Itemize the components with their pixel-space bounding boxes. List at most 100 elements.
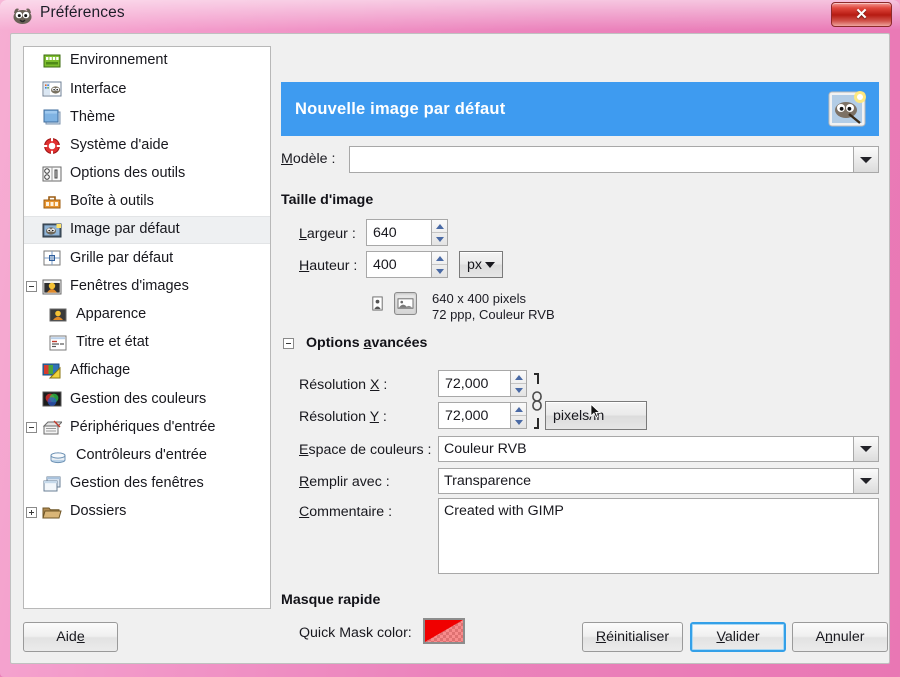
ok-button-label: Valider xyxy=(716,629,760,645)
quickmask-section-title: Masque rapide xyxy=(281,592,381,608)
ok-button[interactable]: Valider xyxy=(690,622,786,652)
fill-with-combobox[interactable]: Transparence xyxy=(438,468,879,494)
interface-icon xyxy=(42,80,62,98)
sidebar-item-label: Titre et état xyxy=(76,334,149,351)
resolution-y-input[interactable]: 72,000 xyxy=(438,402,510,429)
image-size-info: 640 x 400 pixels 72 ppp, Couleur RVB xyxy=(432,291,555,323)
chain-link-icon[interactable] xyxy=(522,370,542,432)
sidebar-item-label: Dossiers xyxy=(70,503,127,520)
sidebar-item-8[interactable]: Fenêtres d'images xyxy=(24,273,270,301)
expand-icon[interactable] xyxy=(26,506,37,518)
fill-with-value: Transparence xyxy=(444,473,532,489)
close-button[interactable]: ✕ xyxy=(831,2,892,27)
height-stepper[interactable] xyxy=(431,251,448,278)
sidebar-item-5[interactable]: Boîte à outils xyxy=(24,188,270,216)
help-system-icon xyxy=(42,137,62,155)
mouse-pointer-icon xyxy=(590,403,601,424)
height-spinner[interactable]: 400 xyxy=(366,251,448,278)
width-stepper-down[interactable] xyxy=(432,233,447,245)
toolbox-icon xyxy=(42,193,62,211)
cancel-button[interactable]: Annuler xyxy=(792,622,888,652)
page-title: Nouvelle image par défaut xyxy=(295,99,506,118)
comment-textarea[interactable]: Created with GIMP xyxy=(438,498,879,574)
landscape-orientation-icon xyxy=(397,298,414,309)
image-size-section-title: Taille d'image xyxy=(281,192,374,208)
advanced-options-header[interactable]: Options avancées xyxy=(283,335,427,351)
chevron-down-icon xyxy=(484,261,495,268)
collapse-icon[interactable] xyxy=(26,422,37,434)
reset-button[interactable]: Réinitialiser xyxy=(582,622,683,652)
gimp-wilber-icon xyxy=(12,6,33,25)
height-input[interactable]: 400 xyxy=(366,251,431,278)
template-label-text: odèle : xyxy=(292,151,336,167)
color-management-icon xyxy=(42,390,62,408)
chevron-down-icon[interactable] xyxy=(853,147,878,172)
sidebar-item-label: Périphériques d'entrée xyxy=(70,418,216,435)
default-grid-icon xyxy=(42,249,62,267)
chevron-down-icon[interactable] xyxy=(853,437,878,461)
width-spinner[interactable]: 640 xyxy=(366,219,448,246)
sidebar-item-label: Environnement xyxy=(70,52,168,69)
image-size-info-line1: 640 x 400 pixels xyxy=(432,291,526,306)
size-unit-button[interactable]: px xyxy=(459,251,503,278)
template-combobox[interactable] xyxy=(349,146,879,173)
quickmask-color-label: Quick Mask color: xyxy=(299,625,412,641)
sidebar-item-16[interactable]: Dossiers xyxy=(24,498,270,526)
preferences-category-tree[interactable]: Environnement Interface Thème Système d'aid… xyxy=(23,46,271,609)
sidebar-item-label: Gestion des fenêtres xyxy=(70,475,204,492)
sidebar-item-label: Grille par défaut xyxy=(70,249,174,266)
resolution-x-input[interactable]: 72,000 xyxy=(438,370,510,397)
sidebar-item-0[interactable]: Environnement xyxy=(24,47,270,75)
sidebar-item-13[interactable]: Périphériques d'entrée xyxy=(24,413,270,441)
sidebar-item-2[interactable]: Thème xyxy=(24,103,270,131)
advanced-options-expander[interactable] xyxy=(283,337,294,349)
sidebar-item-10[interactable]: Titre et état xyxy=(24,329,270,357)
reset-button-label: Réinitialiser xyxy=(595,629,670,645)
help-button[interactable]: Aide xyxy=(23,622,118,652)
sidebar-item-6[interactable]: Image par défaut xyxy=(24,216,270,245)
sidebar-item-7[interactable]: Grille par défaut xyxy=(24,244,270,272)
height-stepper-down[interactable] xyxy=(432,265,447,277)
colorspace-combobox[interactable]: Couleur RVB xyxy=(438,436,879,462)
image-size-info-line2: 72 ppp, Couleur RVB xyxy=(432,307,555,322)
sidebar-item-label: Image par défaut xyxy=(70,221,180,238)
sidebar-item-12[interactable]: Gestion des couleurs xyxy=(24,385,270,413)
sidebar-item-label: Affichage xyxy=(70,362,131,379)
template-label: Modèle : xyxy=(281,151,336,167)
page-header: Nouvelle image par défaut xyxy=(281,82,879,136)
sidebar-item-1[interactable]: Interface xyxy=(24,75,270,103)
preferences-window: Préférences ✕ Environnement Interface Thèm… xyxy=(0,0,900,677)
landscape-orientation-button[interactable] xyxy=(394,292,417,315)
sidebar-item-label: Apparence xyxy=(76,306,147,323)
tool-options-icon xyxy=(42,165,62,183)
chevron-down-icon[interactable] xyxy=(853,469,878,493)
height-stepper-up[interactable] xyxy=(432,252,447,265)
image-windows-icon xyxy=(42,278,62,296)
input-devices-icon xyxy=(42,419,64,437)
width-stepper-up[interactable] xyxy=(432,220,447,233)
colorspace-label: Espace de couleurs : xyxy=(299,442,432,458)
title-bar[interactable]: Préférences ✕ xyxy=(0,0,900,33)
sidebar-item-label: Système d'aide xyxy=(70,136,169,153)
sidebar-item-label: Boîte à outils xyxy=(70,193,154,210)
help-button-label: Aide xyxy=(56,629,85,645)
resolution-x-spinner[interactable]: 72,000 xyxy=(438,370,527,397)
sidebar-item-15[interactable]: Gestion des fenêtres xyxy=(24,470,270,498)
environment-icon xyxy=(42,52,62,70)
width-stepper[interactable] xyxy=(431,219,448,246)
sidebar-item-9[interactable]: Apparence xyxy=(24,301,270,329)
sidebar-item-14[interactable]: Contrôleurs d'entrée xyxy=(24,442,270,470)
sidebar-item-4[interactable]: Options des outils xyxy=(24,160,270,188)
quickmask-color-swatch[interactable] xyxy=(423,618,465,644)
width-input[interactable]: 640 xyxy=(366,219,431,246)
collapse-icon[interactable] xyxy=(26,281,37,293)
sidebar-item-label: Fenêtres d'images xyxy=(70,277,189,294)
portrait-orientation-button[interactable] xyxy=(366,292,389,315)
sidebar-item-11[interactable]: Affichage xyxy=(24,357,270,385)
comment-label: Commentaire : xyxy=(299,504,393,520)
sidebar-item-3[interactable]: Système d'aide xyxy=(24,132,270,160)
advanced-options-title: Options avancées xyxy=(306,335,428,351)
preferences-page: Nouvelle image par défaut Modèle: Taill… xyxy=(281,46,879,644)
size-unit-label: px xyxy=(467,256,482,273)
resolution-y-spinner[interactable]: 72,000 xyxy=(438,402,527,429)
